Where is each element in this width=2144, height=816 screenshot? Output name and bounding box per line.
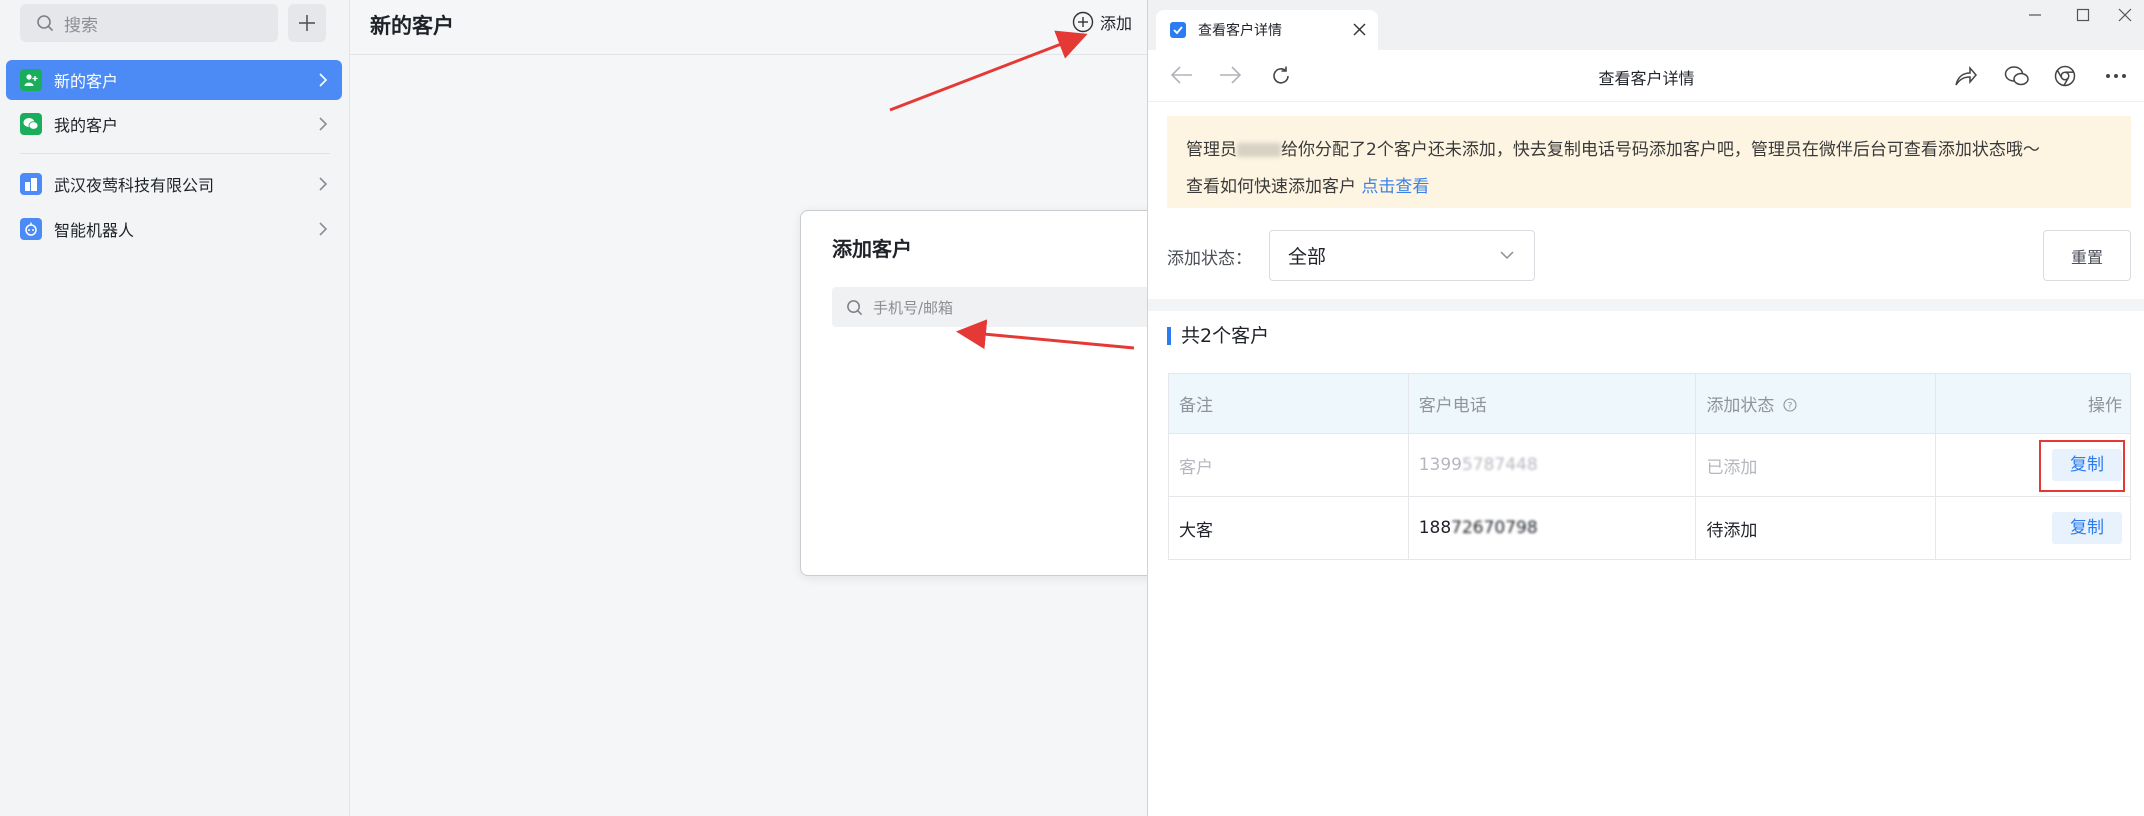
notice-prefix: 管理员 [1186,140,1237,160]
cell-action: 复制 [1935,496,2131,560]
column-header-note: 备注 [1168,373,1409,434]
browser-navbar: 查看客户详情 [1148,50,2144,102]
building-icon [20,173,42,195]
minimize-icon[interactable] [2028,8,2042,22]
maximize-icon[interactable] [2076,8,2090,22]
notice-line-1: 管理员 给你分配了2个客户还未添加，快去复制电话号码添加客户吧，管理员在微伴后台可… [1186,132,2131,169]
filter-value: 全部 [1288,246,1327,268]
plus-circle-icon [1072,11,1094,33]
customer-table: 备注 客户电话 添加状态 ? 操作 客户 13995787448 已添加 复制 … [1168,373,2131,560]
cell-status: 已添加 [1695,433,1936,497]
view-help-link[interactable]: 点击查看 [1361,177,1429,197]
status-header-label: 添加状态 [1706,396,1775,416]
close-icon[interactable] [1353,23,1366,36]
notice-line-2: 查看如何快速添加客户 点击查看 [1186,169,2131,206]
search-icon [37,15,54,32]
browser-titlebar: 查看客户详情 [1148,0,2144,50]
cell-status: 待添加 [1695,496,1936,560]
assignment-notice: 管理员 给你分配了2个客户还未添加，快去复制电话号码添加客户吧，管理员在微伴后台可… [1167,116,2131,208]
add-user-icon [20,69,42,91]
middle-panel: 新的客户 添加 添加客户 手机号/邮箱 [350,0,1302,816]
add-customer-button[interactable]: 添加 [1072,10,1132,34]
add-label: 添加 [1100,14,1133,33]
window-close-icon[interactable] [2118,8,2132,22]
browser-window: 查看客户详情 查看客户详情 管理员 给你分配了2个客户还未添加，快去复制电话号码添… [1147,0,2144,816]
checkbox-chat-icon [1170,22,1186,38]
robot-icon [20,218,42,240]
chevron-right-icon [319,177,328,191]
svg-text:?: ? [1787,402,1792,412]
table-row: 客户 13995787448 已添加 复制 [1168,433,2131,497]
help-circle-icon[interactable]: ? [1783,398,1797,412]
search-icon [847,299,863,315]
phone-redacted: 72670798 [1451,518,1538,538]
copy-button[interactable]: 复制 [2052,512,2122,544]
tab-title: 查看客户详情 [1198,23,1282,39]
column-header-action: 操作 [1935,373,2131,434]
section-divider [1148,299,2144,311]
filter-label: 添加状态： [1167,249,1252,269]
cell-phone: 18872670798 [1407,496,1696,560]
sidebar-item-label: 新的客户 [54,72,119,91]
sidebar-item-my-customers[interactable]: 我的客户 [6,104,342,144]
sidebar-item-label: 我的客户 [54,116,119,135]
chevron-right-icon [319,73,328,87]
more-icon[interactable] [2104,65,2128,87]
sidebar-item-new-customers[interactable]: 新的客户 [6,60,342,100]
chevron-right-icon [319,117,328,131]
notice-help-text: 查看如何快速添加客户 [1186,177,1356,197]
cell-note: 客户 [1168,433,1409,497]
sidebar-add-button[interactable] [288,4,326,42]
sidebar-item-label: 武汉夜莺科技有限公司 [54,176,215,195]
redacted-name [1237,143,1281,157]
notice-text: 给你分配了2个客户还未添加，快去复制电话号码添加客户吧，管理员在微伴后台可查看添… [1281,140,2040,160]
table-row: 大客 18872670798 待添加 复制 [1168,496,2131,560]
phone-prefix: 188 [1418,518,1452,538]
search-placeholder: 手机号/邮箱 [873,298,954,317]
status-filter-select[interactable]: 全部 [1269,230,1535,281]
sidebar-item-robot[interactable]: 智能机器人 [6,209,342,249]
browser-content: 管理员 给你分配了2个客户还未添加，快去复制电话号码添加客户吧，管理员在微伴后台可… [1148,102,2144,816]
sidebar: 搜索 新的客户 我的客户 武汉夜莺科技有限公司 智能机器人 [0,0,350,816]
wechat-icon [20,113,42,135]
browser-page-title: 查看客户详情 [1598,69,1695,88]
cell-phone: 13995787448 [1407,433,1696,497]
search-placeholder: 搜索 [64,15,98,36]
share-icon[interactable] [1954,65,1978,87]
count-text: 共2个客户 [1181,325,1270,347]
dialog-title: 添加客户 [832,237,912,261]
phone-redacted: 5787448 [1461,455,1538,475]
chevron-down-icon [1500,251,1514,260]
customer-count-title: 共2个客户 [1167,325,1270,347]
column-header-phone: 客户电话 [1407,373,1696,434]
plus-icon [299,15,315,31]
cell-note: 大客 [1168,496,1409,560]
column-header-status: 添加状态 ? [1695,373,1936,434]
table-header-row: 备注 客户电话 添加状态 ? 操作 [1168,373,2131,434]
page-title: 新的客户 [370,14,454,38]
middle-header: 新的客户 添加 [350,0,1147,55]
chevron-right-icon [319,222,328,236]
copy-button-highlight-box [2039,440,2125,492]
chrome-icon[interactable] [2054,65,2076,87]
sidebar-item-company[interactable]: 武汉夜莺科技有限公司 [6,164,342,204]
phone-prefix: 1399 [1418,455,1462,475]
wechat-share-icon[interactable] [2004,65,2030,87]
browser-tab[interactable]: 查看客户详情 [1156,10,1378,50]
reset-button[interactable]: 重置 [2043,230,2131,281]
sidebar-search-input[interactable]: 搜索 [20,4,278,42]
sidebar-item-label: 智能机器人 [54,221,135,240]
sidebar-divider [20,153,330,154]
